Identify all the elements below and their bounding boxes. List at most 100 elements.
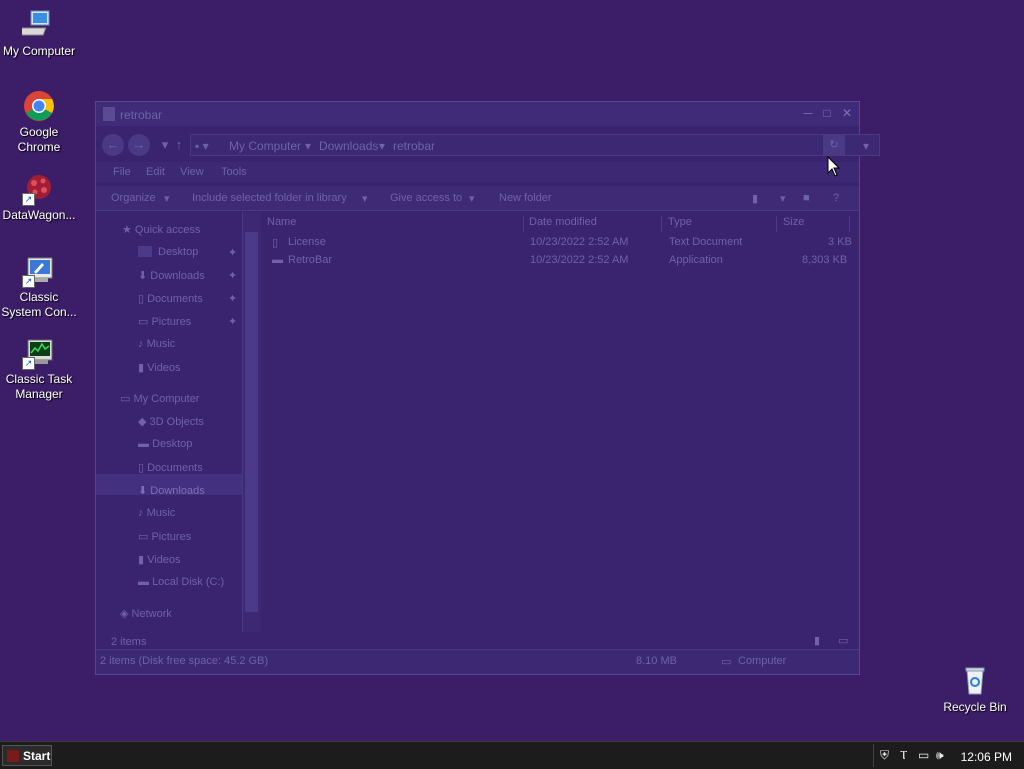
- nav-quick-access[interactable]: ★ Quick access: [122, 223, 200, 236]
- view-options-icon[interactable]: ▮: [752, 192, 758, 205]
- nav-item-local-disk[interactable]: ▬ Local Disk (C:): [138, 576, 224, 588]
- desktop-icon-label: Recycle Bin: [943, 700, 1007, 714]
- table-row[interactable]: ▬ RetroBar 10/23/2022 2:52 AM Applicatio…: [264, 252, 859, 270]
- address-dropdown-icon[interactable]: ▾: [863, 139, 869, 153]
- file-date: 10/23/2022 2:52 AM: [530, 254, 629, 266]
- nav-item-videos[interactable]: ▮ Videos: [138, 553, 181, 566]
- give-access-button[interactable]: Give access to: [390, 192, 462, 204]
- nav-item-downloads[interactable]: ⬇ Downloads: [138, 269, 205, 282]
- nav-my-computer[interactable]: ▭ My Computer: [120, 392, 199, 405]
- clock[interactable]: 12:06 PM: [961, 750, 1012, 764]
- minimize-button[interactable]: ─: [800, 105, 816, 121]
- scrollbar-thumb[interactable]: [245, 232, 258, 612]
- desktop-icon: ▬: [138, 438, 153, 450]
- address-bar-row: ← → ▾ ↑ ▪ ▾ My Computer ▾ Downloads ▾ re…: [96, 130, 880, 160]
- status-size: 8.10 MB: [636, 655, 677, 667]
- back-button[interactable]: ←: [102, 134, 124, 156]
- drive-icon: ▬: [138, 576, 153, 588]
- pin-icon: ✦: [228, 316, 238, 328]
- address-bar[interactable]: ▪ ▾ My Computer ▾ Downloads ▾ retrobar ▾: [190, 134, 880, 156]
- folder-icon: [103, 107, 115, 121]
- desktop-icon-label: My Computer: [2, 44, 76, 58]
- maximize-button[interactable]: □: [819, 105, 835, 121]
- navigation-scrollbar[interactable]: [242, 212, 261, 632]
- item-count: 2 items: [111, 636, 147, 648]
- nav-label: Music: [146, 338, 176, 350]
- desktop-icon-my-computer[interactable]: My Computer: [0, 8, 78, 59]
- computer-icon: ▭: [120, 393, 134, 405]
- column-header-date-modified[interactable]: Date modified: [526, 216, 662, 232]
- desktop-icon: [138, 246, 152, 257]
- breadcrumb-downloads[interactable]: Downloads: [319, 139, 378, 153]
- pictures-icon: ▭: [138, 316, 152, 328]
- nav-item-music[interactable]: ♪ Music: [138, 338, 175, 350]
- computer-icon: ▭: [721, 656, 732, 668]
- table-row[interactable]: ▯ License 10/23/2022 2:52 AM Text Docume…: [264, 234, 859, 252]
- nav-item-pictures[interactable]: ▭ Pictures: [138, 315, 191, 328]
- details-view-button[interactable]: ▮: [814, 634, 820, 647]
- breadcrumb-retrobar[interactable]: retrobar: [393, 139, 435, 153]
- nav-item-documents[interactable]: ▯ Documents: [138, 292, 203, 305]
- status-summary: 2 items (Disk free space: 45.2 GB): [100, 655, 269, 667]
- new-folder-button[interactable]: New folder: [499, 192, 552, 204]
- column-header-name[interactable]: Name: [264, 216, 524, 232]
- nav-item-desktop[interactable]: ▬ Desktop: [138, 438, 192, 450]
- video-icon: ▮: [138, 362, 148, 374]
- help-icon[interactable]: ?: [833, 192, 839, 204]
- nav-item-music[interactable]: ♪ Music: [138, 507, 175, 519]
- language-icon[interactable]: Ⲧ: [900, 748, 907, 763]
- column-label: Type: [668, 216, 692, 228]
- start-button[interactable]: Start: [2, 745, 52, 766]
- nav-item-3d-objects[interactable]: ◆ 3D Objects: [138, 415, 204, 428]
- menu-view[interactable]: View: [180, 166, 204, 178]
- nav-label: Documents: [147, 293, 203, 305]
- explorer-window[interactable]: retrobar ─ □ ✕ ← → ▾ ↑ ▪ ▾ My Computer ▾…: [95, 101, 880, 675]
- dropdown-icon[interactable]: ▾: [780, 192, 786, 205]
- preview-pane-icon[interactable]: ■: [803, 192, 810, 204]
- cube-icon: ◆: [138, 416, 150, 428]
- up-button[interactable]: ↑: [168, 134, 190, 156]
- file-type: Application: [669, 254, 723, 266]
- command-bar: Organize ▾ Include selected folder in li…: [96, 186, 859, 211]
- menu-tools[interactable]: Tools: [221, 166, 247, 178]
- volume-icon[interactable]: 🕪: [936, 748, 944, 763]
- breadcrumb-my-computer[interactable]: My Computer: [229, 139, 301, 153]
- desktop-icon-recycle-bin[interactable]: Recycle Bin: [936, 664, 1014, 715]
- organize-button[interactable]: Organize: [111, 192, 156, 204]
- recycle-bin-icon: [958, 664, 992, 698]
- desktop-icon-classic-task-manager[interactable]: ↗ Classic Task Manager: [0, 336, 78, 402]
- nav-network[interactable]: ◈ Network: [120, 607, 172, 620]
- nav-item-videos[interactable]: ▮ Videos: [138, 361, 181, 374]
- nav-item-documents[interactable]: ▯ Documents: [138, 461, 203, 474]
- column-label: Date modified: [529, 216, 597, 228]
- menu-file[interactable]: File: [113, 166, 131, 178]
- large-icons-view-button[interactable]: ▭: [838, 634, 848, 647]
- column-header-type[interactable]: Type: [665, 216, 777, 232]
- desktop-icon-datawagon[interactable]: ↗ DataWagon...: [0, 172, 78, 223]
- file-type: Text Document: [669, 236, 743, 248]
- nav-label: Downloads: [150, 485, 205, 497]
- nav-item-downloads-selected[interactable]: ⬇ Downloads: [138, 484, 205, 497]
- nav-label: Videos: [147, 362, 181, 374]
- menu-edit[interactable]: Edit: [146, 166, 165, 178]
- nav-item-desktop[interactable]: Desktop: [138, 246, 198, 258]
- column-label: Name: [267, 216, 297, 228]
- window-titlebar[interactable]: retrobar ─ □ ✕: [96, 102, 859, 126]
- nav-label: Quick access: [134, 224, 201, 236]
- document-icon: ▯: [138, 293, 148, 305]
- refresh-button[interactable]: ↻: [823, 134, 845, 156]
- video-icon: ▮: [138, 554, 148, 566]
- nav-item-pictures[interactable]: ▭ Pictures: [138, 530, 191, 543]
- close-button[interactable]: ✕: [839, 105, 855, 121]
- star-icon: ★: [122, 224, 135, 236]
- nav-label: Network: [131, 608, 172, 620]
- include-in-library-button[interactable]: Include selected folder in library: [192, 192, 347, 204]
- network-icon[interactable]: ▭: [918, 748, 929, 762]
- desktop-icon-classic-system-control[interactable]: ↗ Classic System Con...: [0, 254, 78, 320]
- navigation-tree: ★ Quick access Desktop ⬇ Downloads ▯ Doc…: [96, 212, 242, 644]
- security-shield-icon[interactable]: ⛨: [880, 748, 889, 763]
- desktop-icon-google-chrome[interactable]: Google Chrome: [0, 89, 78, 155]
- column-header-size[interactable]: Size: [780, 216, 850, 232]
- start-logo-icon: [7, 750, 19, 762]
- forward-button[interactable]: →: [128, 134, 150, 156]
